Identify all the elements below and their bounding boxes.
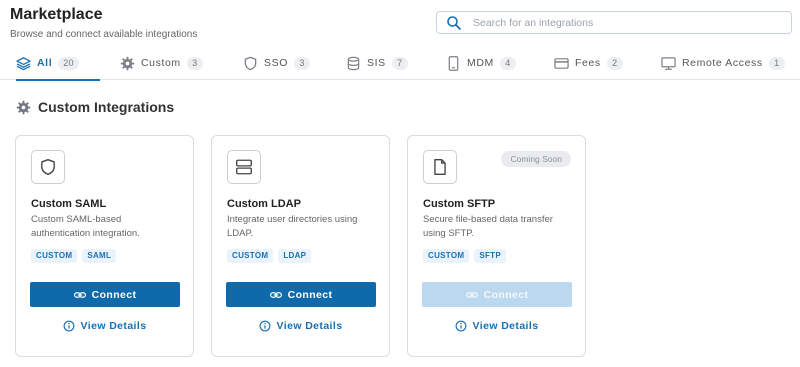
integration-card-sftp: Coming Soon Custom SFTP Secure file-base… [407, 135, 586, 357]
search-input[interactable] [473, 14, 783, 32]
link-icon [465, 291, 478, 298]
tab-label: MDM [467, 57, 494, 69]
file-icon [434, 159, 446, 175]
view-details-link[interactable]: View Details [408, 320, 585, 332]
view-details-link[interactable]: View Details [212, 320, 389, 332]
integration-name: Custom LDAP [227, 198, 301, 210]
integration-card-ldap: Custom LDAP Integrate user directories u… [211, 135, 390, 357]
integration-icon-box [31, 150, 65, 184]
section-heading: Custom Integrations [16, 99, 174, 115]
tab-label: All [37, 57, 53, 69]
view-details-label: View Details [80, 320, 147, 332]
integration-tags: CUSTOM SFTP [423, 249, 506, 263]
mobile-icon [448, 55, 459, 71]
info-icon [63, 320, 74, 332]
view-details-link[interactable]: View Details [16, 320, 193, 332]
shield-icon [41, 159, 55, 175]
tag: LDAP [278, 249, 312, 263]
tab-all[interactable]: All 20 [16, 46, 100, 81]
tab-count-badge: 1 [768, 56, 785, 70]
gear-icon [120, 56, 135, 70]
tag: SAML [82, 249, 117, 263]
tab-label: Fees [575, 57, 601, 69]
section-title-text: Custom Integrations [38, 99, 175, 115]
link-icon [269, 291, 282, 298]
tab-fees[interactable]: Fees 2 [554, 46, 623, 80]
integration-card-saml: Custom SAML Custom SAML-based authentica… [15, 135, 194, 357]
connect-button[interactable]: Connect [30, 282, 180, 307]
tab-sis[interactable]: SIS 7 [346, 46, 408, 80]
server-icon [236, 159, 252, 175]
integration-name: Custom SAML [31, 198, 107, 210]
page-header: Marketplace Browse and connect available… [0, 0, 800, 46]
integration-description: Secure file-based data transfer using SF… [423, 214, 553, 239]
gear-icon [16, 100, 31, 114]
view-details-label: View Details [276, 320, 343, 332]
tab-count-badge: 3 [186, 56, 203, 70]
page-subtitle: Browse and connect available integration… [10, 29, 198, 40]
credit-card-icon [554, 57, 569, 69]
tab-sso[interactable]: SSO 3 [243, 46, 310, 80]
integration-description: Integrate user directories using LDAP. [227, 214, 358, 239]
tab-count-badge: 3 [293, 56, 310, 70]
info-icon [455, 320, 466, 332]
tab-count-badge: 2 [606, 56, 623, 70]
info-icon [259, 320, 270, 332]
search-icon [447, 16, 461, 30]
layers-icon [16, 56, 31, 70]
integration-description: Custom SAML-based authentication integra… [31, 214, 140, 239]
page-title: Marketplace [10, 6, 103, 23]
tab-remote-access[interactable]: Remote Access 1 [661, 46, 785, 80]
monitor-icon [661, 56, 676, 70]
integration-name: Custom SFTP [423, 198, 496, 210]
shield-icon [244, 56, 257, 70]
tab-label: Remote Access [682, 57, 763, 69]
tag: CUSTOM [31, 249, 78, 263]
link-icon [73, 291, 86, 298]
tab-custom[interactable]: Custom 3 [120, 46, 203, 80]
search-box[interactable] [436, 11, 792, 34]
view-details-label: View Details [472, 320, 539, 332]
connect-button[interactable]: Connect [226, 282, 376, 307]
integration-icon-box [423, 150, 457, 184]
connect-label: Connect [483, 288, 529, 301]
tab-label: SSO [264, 57, 288, 69]
tag: CUSTOM [227, 249, 274, 263]
tab-label: Custom [141, 57, 181, 69]
connect-button[interactable]: Connect [422, 282, 572, 307]
tab-count-badge: 4 [499, 56, 516, 70]
connect-label: Connect [287, 288, 333, 301]
category-tabs: All 20 Custom 3 SSO 3 SIS 7 MDM 4 Fees 2… [0, 46, 800, 81]
connect-label: Connect [91, 288, 137, 301]
tab-count-badge: 7 [391, 56, 408, 70]
tag: CUSTOM [423, 249, 470, 263]
integration-tags: CUSTOM LDAP [227, 249, 312, 263]
tab-mdm[interactable]: MDM 4 [446, 46, 516, 80]
coming-soon-badge: Coming Soon [501, 151, 571, 167]
tag: SFTP [474, 249, 506, 263]
integration-icon-box [227, 150, 261, 184]
database-icon [347, 56, 360, 70]
integration-tags: CUSTOM SAML [31, 249, 117, 263]
tab-label: SIS [367, 57, 386, 69]
tab-count-badge: 20 [58, 56, 79, 70]
